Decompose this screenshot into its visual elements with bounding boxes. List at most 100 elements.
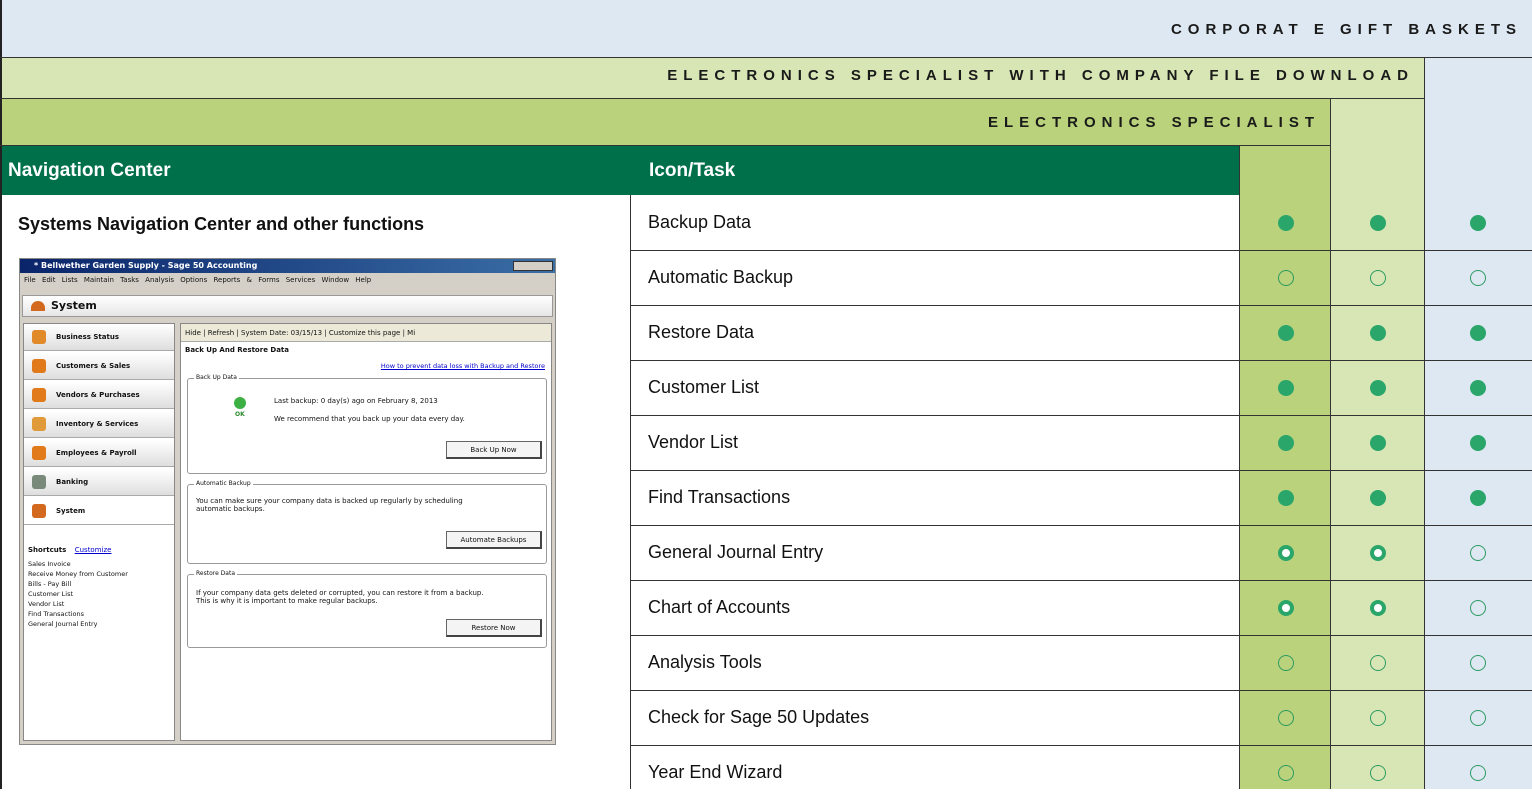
back-up-now-button[interactable]: Back Up Now — [446, 441, 542, 459]
nav-item-icon — [32, 504, 46, 518]
restore-group: Restore Data If your company data gets d… — [187, 570, 547, 648]
nav-item-icon — [32, 417, 46, 431]
row-divider — [630, 470, 1532, 471]
band-divider — [0, 57, 1532, 58]
shortcut-link[interactable]: Sales Invoice — [28, 560, 71, 568]
task-row: Customer List — [648, 377, 760, 397]
open-circle-icon — [1470, 544, 1486, 561]
filled-circle-icon — [1278, 324, 1294, 341]
restore-text: If your company data gets deleted or cor… — [196, 589, 484, 605]
ok-status-icon — [234, 397, 246, 409]
open-circle-icon — [1470, 709, 1486, 726]
filled-circle-icon — [1278, 434, 1294, 451]
task-row: Check for Sage 50 Updates — [648, 707, 870, 727]
window-title: * Bellwether Garden Supply - Sage 50 Acc… — [20, 259, 555, 273]
task-row: Analysis Tools — [648, 652, 762, 672]
menu-bar: File Edit Lists Maintain Tasks Analysis … — [24, 276, 372, 284]
open-circle-icon — [1470, 269, 1486, 286]
filled-circle-icon — [1278, 214, 1294, 231]
filled-circle-icon — [1370, 379, 1386, 396]
task-row: Restore Data — [648, 322, 755, 342]
restore-now-button[interactable]: Restore Now — [446, 619, 542, 637]
filled-circle-icon — [1470, 324, 1486, 341]
filled-circle-icon — [1470, 214, 1486, 231]
filled-circle-icon — [1370, 214, 1386, 231]
band-divider — [1330, 98, 1331, 789]
filled-circle-icon — [1470, 434, 1486, 451]
row-divider — [630, 360, 1532, 361]
ok-label: OK — [235, 411, 245, 418]
shortcuts-label: Shortcuts — [28, 546, 67, 554]
auto-group-label: Automatic Backup — [194, 480, 253, 487]
help-link[interactable]: How to prevent data loss with Backup and… — [381, 362, 545, 370]
filled-circle-icon — [1370, 434, 1386, 451]
row-divider — [630, 745, 1532, 746]
shortcuts-heading: Shortcuts Customize — [28, 546, 111, 554]
band-divider — [0, 98, 1424, 99]
task-row: General Journal Entry — [648, 542, 824, 562]
shortcut-link[interactable]: Receive Money from Customer — [28, 570, 128, 578]
system-icon — [31, 301, 45, 311]
open-circle-icon — [1370, 764, 1386, 781]
ring-circle-icon — [1370, 544, 1386, 561]
nav-item-icon — [32, 330, 46, 344]
nav-item-label: System — [56, 507, 86, 515]
row-divider — [630, 305, 1532, 306]
filled-circle-icon — [1470, 379, 1486, 396]
row-divider — [630, 635, 1532, 636]
ring-circle-icon — [1278, 599, 1294, 616]
nav-item[interactable]: Customers & Sales — [24, 353, 174, 380]
task-row: Find Transactions — [648, 487, 791, 507]
shortcut-link[interactable]: Find Transactions — [28, 610, 84, 618]
shortcut-link[interactable]: General Journal Entry — [28, 620, 98, 628]
automate-backups-button[interactable]: Automate Backups — [446, 531, 542, 549]
row-divider — [630, 250, 1532, 251]
task-row: Vendor List — [648, 432, 739, 452]
filled-circle-icon — [1278, 489, 1294, 506]
row-divider — [630, 525, 1532, 526]
restore-group-label: Restore Data — [194, 570, 237, 577]
table-header: Navigation Center Icon/Task — [2, 146, 1239, 195]
open-circle-icon — [1370, 654, 1386, 671]
nav-item-label: Banking — [56, 478, 89, 486]
last-backup-text: Last backup: 0 day(s) ago on February 8,… — [274, 397, 438, 405]
shortcut-link[interactable]: Bills - Pay Bill — [28, 580, 71, 588]
filled-circle-icon — [1470, 489, 1486, 506]
row-divider — [630, 415, 1532, 416]
nav-item[interactable]: Banking — [24, 469, 174, 496]
shortcut-link[interactable]: Vendor List — [28, 600, 64, 608]
sage-screenshot: * Bellwether Garden Supply - Sage 50 Acc… — [19, 258, 556, 745]
nav-item[interactable]: Employees & Payroll — [24, 440, 174, 467]
band-divider — [1424, 57, 1425, 789]
window-controls — [513, 261, 553, 271]
row-divider — [630, 690, 1532, 691]
nav-item-icon — [32, 359, 46, 373]
shortcut-link[interactable]: Customer List — [28, 590, 73, 598]
band-label-specialist: ELECTRONICS SPECIALIST — [987, 114, 1320, 131]
page-toolbar[interactable]: Hide | Refresh | System Date: 03/15/13 |… — [181, 324, 551, 342]
task-row: Year End Wizard — [648, 762, 783, 782]
open-circle-icon — [1470, 599, 1486, 616]
nav-item-label: Customers & Sales — [56, 362, 131, 370]
nav-item[interactable]: Vendors & Purchases — [24, 382, 174, 409]
nav-item-icon — [32, 475, 46, 489]
customize-link[interactable]: Customize — [75, 546, 112, 554]
band-label-with-download: ELECTRONICS SPECIALIST WITH COMPANY FILE… — [667, 67, 1414, 84]
header-navigation-center: Navigation Center — [8, 160, 171, 181]
nav-item-icon — [32, 446, 46, 460]
open-circle-icon — [1278, 764, 1294, 781]
nav-item-label: Inventory & Services — [56, 420, 139, 428]
system-title: System — [51, 299, 97, 312]
nav-item[interactable]: Inventory & Services — [24, 411, 174, 438]
ring-circle-icon — [1278, 544, 1294, 561]
nav-item[interactable]: Business Status — [24, 324, 174, 351]
nav-item-label: Business Status — [56, 333, 119, 341]
column-divider — [630, 195, 631, 789]
filled-circle-icon — [1370, 489, 1386, 506]
recommend-text: We recommend that you back up your data … — [274, 415, 465, 423]
section-title: Systems Navigation Center and other func… — [18, 214, 425, 234]
ring-circle-icon — [1370, 599, 1386, 616]
automatic-backup-group: Automatic Backup You can make sure your … — [187, 480, 547, 564]
nav-item[interactable]: System — [24, 498, 174, 525]
row-divider — [630, 580, 1532, 581]
